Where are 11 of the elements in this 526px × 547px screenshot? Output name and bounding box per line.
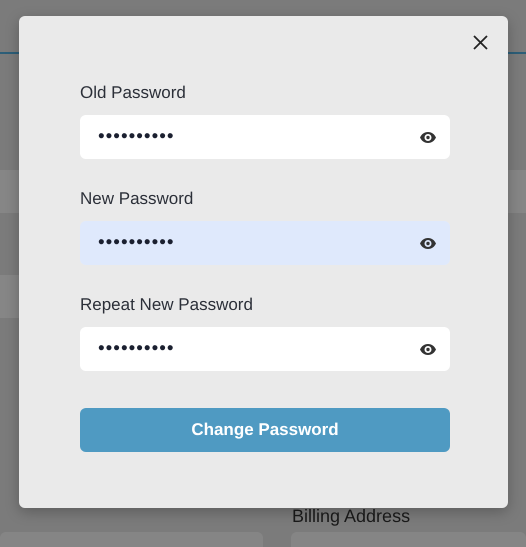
field-label: Repeat New Password <box>80 294 254 316</box>
eye-icon[interactable] <box>420 132 436 142</box>
password-field[interactable]: •••••••••• <box>80 327 450 371</box>
close-icon[interactable] <box>473 35 488 50</box>
eye-icon[interactable] <box>420 238 436 248</box>
eye-icon[interactable] <box>420 344 436 354</box>
field-label: Old Password <box>80 82 187 104</box>
password-field[interactable]: •••••••••• <box>80 221 450 265</box>
password-field[interactable]: •••••••••• <box>80 115 450 159</box>
section-label: Billing Address <box>292 506 412 526</box>
field-label: New Password <box>80 188 194 210</box>
